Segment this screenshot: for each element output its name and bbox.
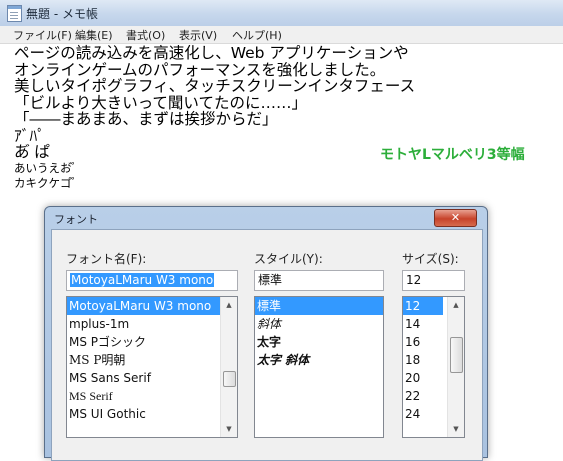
font-list-item[interactable]: MS Sans Serif (67, 369, 237, 387)
font-list-scrollbar[interactable]: ▲ ▼ (220, 297, 237, 437)
close-button[interactable]: ✕ (434, 209, 477, 227)
scroll-thumb[interactable] (450, 337, 463, 373)
size-list[interactable]: 12 14 16 18 20 22 24 ▲ ▼ (402, 296, 465, 438)
scroll-down-icon[interactable]: ▼ (221, 421, 237, 437)
style-list-item[interactable]: 標準 (255, 297, 383, 315)
text-line: 「――まあまあ、まずは挨拶からだ」 (14, 110, 278, 128)
menu-help[interactable]: ヘルプ(H) (232, 27, 282, 43)
font-name-list[interactable]: MotoyaLMaru W3 mono mplus-1m MS Pゴシック MS… (66, 296, 238, 438)
text-line: 美しいタイポグラフィ、タッチスクリーンインタフェース (14, 77, 416, 95)
font-name-overlay: モトヤLマルベリ3等幅 (380, 147, 525, 163)
font-list-item[interactable]: MS Pゴシック (67, 333, 237, 351)
font-list-item[interactable]: MS P明朝 (67, 351, 237, 369)
style-label: スタイル(Y): (254, 252, 323, 266)
text-line: あ゙ ぱ (14, 143, 50, 161)
notepad-app-icon (7, 5, 22, 22)
size-label: サイズ(S): (402, 252, 459, 266)
text-line: ｱﾞﾊﾟ (14, 126, 46, 145)
style-input[interactable]: 標準 (254, 270, 384, 291)
scroll-up-icon[interactable]: ▲ (221, 297, 237, 313)
font-name-value: MotoyaLMaru W3 mono (70, 273, 215, 287)
menu-edit[interactable]: 編集(E) (75, 27, 113, 43)
style-value: 標準 (258, 273, 283, 287)
menu-bar: ファイル(F) 編集(E) 書式(O) 表示(V) ヘルプ(H) (0, 26, 563, 44)
menu-view[interactable]: 表示(V) (179, 27, 217, 43)
text-line: あいうえお゙ ゚ (14, 160, 75, 175)
style-list-item[interactable]: 斜体 (255, 315, 383, 333)
scroll-thumb[interactable] (223, 371, 236, 387)
close-icon: ✕ (450, 211, 461, 224)
size-list-scrollbar[interactable]: ▲ ▼ (447, 297, 464, 437)
text-line: カキクケコ゚ ゚ (14, 175, 75, 190)
style-list-item[interactable]: 太字 (255, 333, 383, 351)
window-title: 無題 - メモ帳 (26, 7, 98, 21)
font-name-input[interactable]: MotoyaLMaru W3 mono (66, 270, 238, 291)
font-dialog: フォント ✕ フォント名(F): MotoyaLMaru W3 mono Mot… (44, 206, 488, 461)
menu-file[interactable]: ファイル(F) (13, 27, 72, 43)
style-list[interactable]: 標準 斜体 太字 太字 斜体 (254, 296, 384, 438)
text-line: 「ビルより大きいって聞いてたのに……」 (14, 93, 307, 112)
scroll-down-icon[interactable]: ▼ (448, 421, 464, 437)
font-list-item[interactable]: MS Serif (67, 387, 237, 405)
text-line: オンラインゲームのパフォーマンスを強化しました。 (14, 60, 386, 79)
dialog-body: フォント名(F): MotoyaLMaru W3 mono MotoyaLMar… (51, 229, 483, 461)
font-list-item[interactable]: mplus-1m (67, 315, 237, 333)
menu-format[interactable]: 書式(O) (126, 27, 165, 43)
size-value: 12 (406, 273, 422, 287)
notepad-titlebar: 無題 - メモ帳 (0, 0, 563, 27)
style-list-item[interactable]: 太字 斜体 (255, 351, 383, 369)
dialog-title: フォント (54, 213, 98, 226)
text-line: ページの読み込みを高速化し、Web アプリケーションや (14, 44, 409, 62)
size-input[interactable]: 12 (402, 270, 465, 291)
size-list-item[interactable]: 12 (403, 297, 443, 315)
scroll-up-icon[interactable]: ▲ (448, 297, 464, 313)
font-name-label: フォント名(F): (66, 252, 147, 266)
font-list-item[interactable]: MS UI Gothic (67, 405, 237, 423)
text-editor[interactable]: ページの読み込みを高速化し、Web アプリケーションや オンラインゲームのパフォ… (14, 45, 415, 191)
font-list-item[interactable]: MotoyaLMaru W3 mono (67, 297, 237, 315)
